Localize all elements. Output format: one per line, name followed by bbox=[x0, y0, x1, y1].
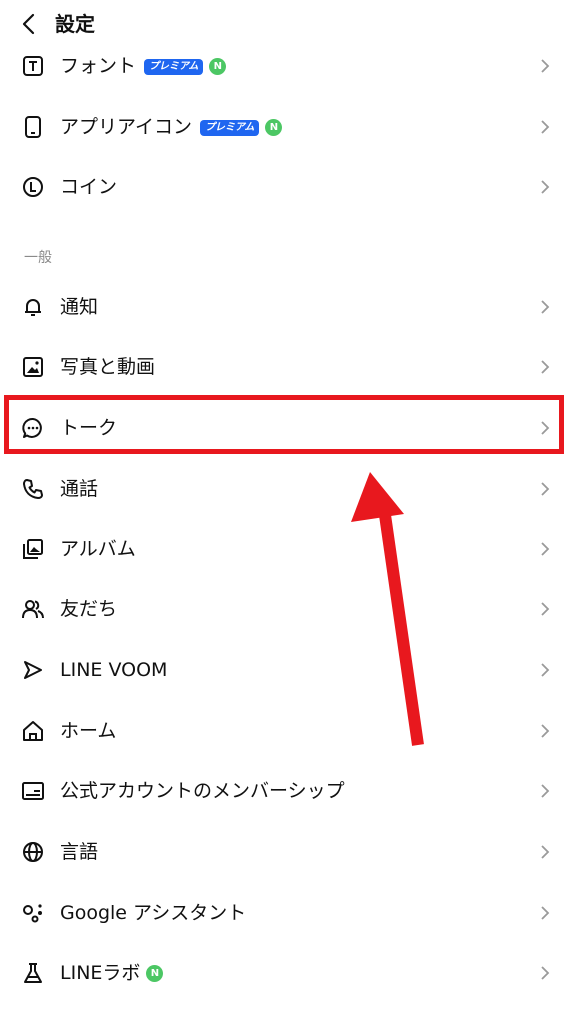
settings-item-app-icon[interactable]: アプリアイコン プレミアム N bbox=[0, 97, 573, 157]
settings-item-label: 通知 bbox=[60, 296, 99, 318]
chevron-right-icon bbox=[538, 420, 552, 436]
chevron-right-icon bbox=[538, 662, 552, 678]
chevron-right-icon bbox=[538, 119, 552, 135]
settings-item-label: LINE VOOM bbox=[60, 659, 168, 681]
premium-badge: プレミアム bbox=[200, 119, 260, 136]
settings-item-label: 言語 bbox=[60, 841, 99, 863]
chevron-right-icon bbox=[538, 783, 552, 799]
chevron-right-icon bbox=[538, 965, 552, 981]
chevron-right-icon bbox=[538, 58, 552, 74]
settings-item-coin[interactable]: コイン bbox=[0, 157, 573, 217]
chevron-right-icon bbox=[538, 359, 552, 375]
settings-item-label: アルバム bbox=[60, 538, 136, 560]
settings-item-friends[interactable]: 友だち bbox=[0, 579, 573, 639]
settings-item-albums[interactable]: アルバム bbox=[0, 519, 573, 579]
chevron-right-icon bbox=[538, 601, 552, 617]
page-title: 設定 bbox=[55, 12, 95, 36]
premium-badge: プレミアム bbox=[144, 58, 204, 75]
settings-item-language[interactable]: 言語 bbox=[0, 822, 573, 882]
settings-item-membership[interactable]: 公式アカウントのメンバーシップ bbox=[0, 761, 573, 821]
settings-item-chats[interactable]: トーク bbox=[0, 398, 573, 458]
phone-call-icon bbox=[22, 478, 44, 500]
chevron-right-icon bbox=[538, 481, 552, 497]
font-icon bbox=[22, 55, 44, 77]
friends-icon bbox=[22, 598, 44, 620]
new-badge: N bbox=[209, 58, 227, 75]
settings-item-label: 通話 bbox=[60, 478, 99, 500]
image-icon bbox=[22, 356, 44, 378]
phone-icon bbox=[22, 116, 44, 138]
chevron-right-icon bbox=[538, 905, 552, 921]
settings-item-label: トーク bbox=[60, 417, 118, 439]
settings-item-label: 友だち bbox=[60, 598, 118, 620]
chevron-right-icon bbox=[538, 723, 552, 739]
settings-item-font[interactable]: フォント プレミアム N bbox=[0, 36, 573, 96]
settings-item-label: アプリアイコン bbox=[60, 116, 193, 138]
globe-icon bbox=[22, 841, 44, 863]
new-badge: N bbox=[265, 119, 283, 136]
new-badge: N bbox=[146, 965, 164, 982]
chat-bubble-icon bbox=[22, 417, 44, 439]
settings-item-label: ホーム bbox=[60, 720, 117, 742]
settings-item-label: 公式アカウントのメンバーシップ bbox=[60, 780, 345, 802]
settings-item-calls[interactable]: 通話 bbox=[0, 459, 573, 519]
settings-item-label: フォント bbox=[60, 55, 137, 77]
settings-item-label: LINEラボ bbox=[60, 962, 141, 984]
settings-item-home[interactable]: ホーム bbox=[0, 701, 573, 761]
bell-icon bbox=[22, 296, 44, 318]
chevron-left-icon[interactable] bbox=[16, 10, 44, 38]
membership-card-icon bbox=[22, 780, 44, 802]
settings-item-photos-videos[interactable]: 写真と動画 bbox=[0, 337, 573, 397]
assistant-icon bbox=[22, 902, 44, 924]
settings-item-line-labs[interactable]: LINEラボ N bbox=[0, 943, 573, 1003]
chevron-right-icon bbox=[538, 541, 552, 557]
voom-icon bbox=[22, 659, 44, 681]
coin-icon bbox=[22, 176, 44, 198]
album-icon bbox=[22, 538, 44, 560]
home-icon bbox=[22, 720, 44, 742]
flask-icon bbox=[22, 962, 44, 984]
chevron-right-icon bbox=[538, 844, 552, 860]
chevron-right-icon bbox=[538, 179, 552, 195]
chevron-right-icon bbox=[538, 299, 552, 315]
settings-item-label: 写真と動画 bbox=[60, 356, 156, 378]
settings-item-google-assistant[interactable]: Google アシスタント bbox=[0, 883, 573, 943]
settings-item-line-voom[interactable]: LINE VOOM bbox=[0, 640, 573, 700]
settings-item-label: Google アシスタント bbox=[60, 902, 247, 924]
section-title-general: 一般 bbox=[24, 250, 52, 266]
settings-item-label: コイン bbox=[60, 176, 118, 198]
settings-item-notifications[interactable]: 通知 bbox=[0, 277, 573, 337]
